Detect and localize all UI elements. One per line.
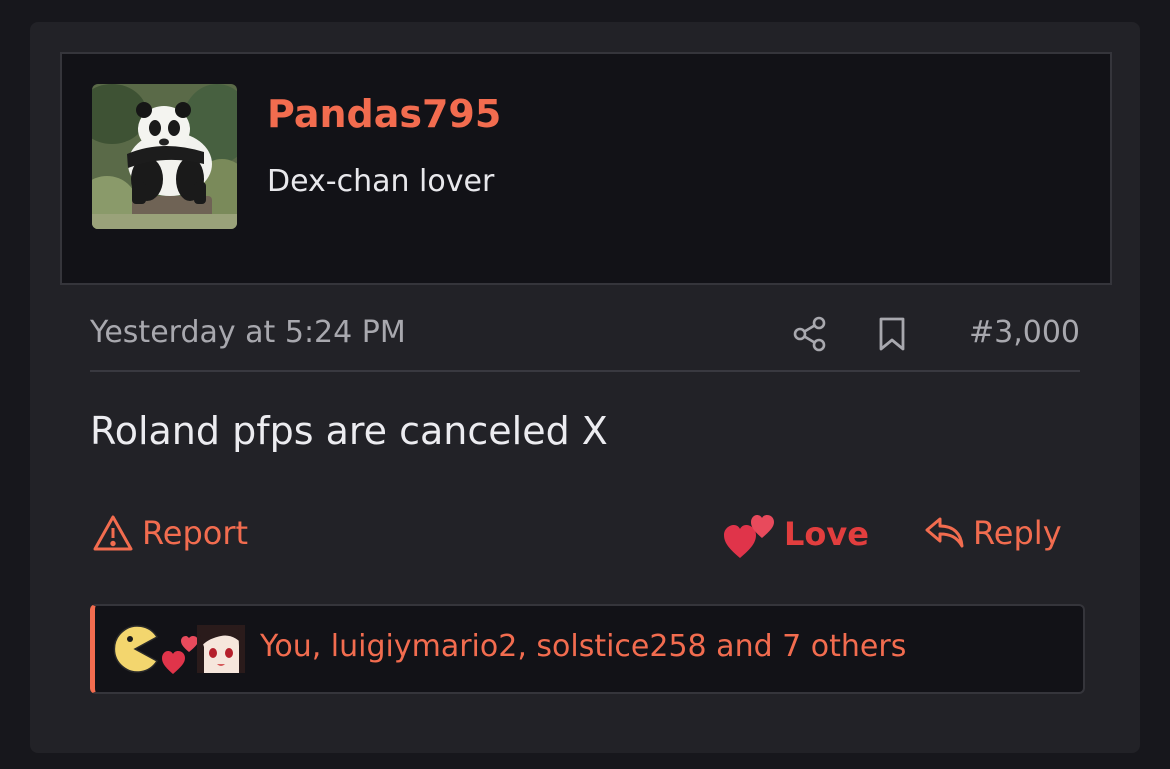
two-hearts-icon	[724, 515, 774, 558]
pacman-reaction-icon	[113, 625, 159, 673]
reply-label: Reply	[973, 514, 1062, 552]
post-timestamp[interactable]: Yesterday at 5:24 PM	[90, 315, 406, 350]
post-meta: Yesterday at 5:24 PM #3,000	[90, 312, 1080, 372]
love-reaction-icon	[162, 636, 198, 674]
user-card: Pandas795 Dex-chan lover	[60, 52, 1112, 285]
anime-girl-reaction-icon	[197, 625, 245, 673]
post-container: Pandas795 Dex-chan lover Yesterday at 5:…	[30, 22, 1140, 753]
reactions-summary[interactable]: You, luigiymario2, solstice258 and 7 oth…	[260, 629, 906, 664]
warning-icon	[93, 515, 133, 551]
love-button[interactable]: Love	[724, 508, 869, 560]
reply-icon	[925, 517, 964, 548]
reaction-icons	[113, 625, 245, 674]
love-label: Love	[784, 515, 869, 553]
username[interactable]: Pandas795	[267, 92, 501, 136]
reply-button[interactable]: Reply	[923, 510, 1062, 556]
avatar[interactable]	[92, 84, 237, 229]
user-title: Dex-chan lover	[267, 164, 495, 199]
share-icon[interactable]	[792, 316, 828, 352]
post-number-link[interactable]: #3,000	[969, 315, 1080, 350]
post-message: Roland pfps are canceled X	[90, 409, 608, 453]
report-label: Report	[142, 514, 249, 552]
bookmark-icon[interactable]	[876, 316, 908, 352]
reactions-bar[interactable]: You, luigiymario2, solstice258 and 7 oth…	[90, 604, 1085, 694]
report-button[interactable]: Report	[92, 510, 248, 556]
